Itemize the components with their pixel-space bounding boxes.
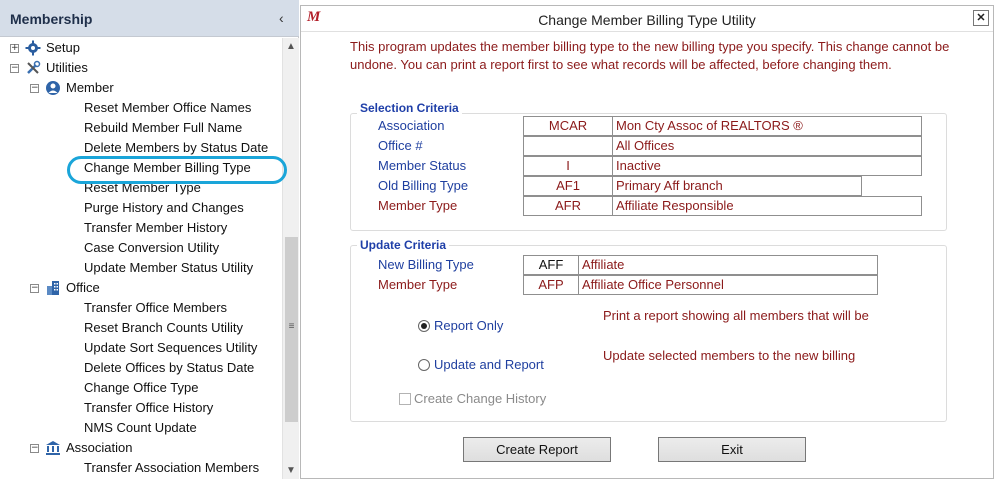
highlight-circle [67,156,287,184]
expand-setup-toggle-icon[interactable]: + [10,44,19,53]
member-type-label: Member Type [378,198,458,213]
sidebar-title: Membership [10,11,93,27]
association-code-field[interactable]: MCAR [523,116,613,136]
scrollbar-grip-icon: ≡ [288,321,295,332]
office-label: Office # [378,138,423,153]
scroll-down-arrow-icon[interactable]: ▼ [283,462,299,479]
create-report-button[interactable]: Create Report [463,437,611,462]
tree-item-utilities[interactable]: Utilities [46,58,88,78]
association-label: Association [378,118,445,133]
new-member-type-code-field[interactable]: AFP [523,275,579,295]
scroll-up-arrow-icon[interactable]: ▲ [283,38,299,55]
office-code-field[interactable] [523,136,613,156]
tree-item-reset-member-office-names[interactable]: Reset Member Office Names [84,98,251,118]
selection-criteria-legend: Selection Criteria [357,101,462,115]
dialog-title: Change Member Billing Type Utility [538,12,756,28]
report-only-label[interactable]: Report Only [434,318,503,334]
collapse-association-toggle-icon[interactable]: − [30,444,39,453]
tree-item-purge-history-and-changes[interactable]: Purge History and Changes [84,198,244,218]
tree-item-setup[interactable]: Setup [46,38,80,58]
new-billing-type-code-field[interactable]: AFF [523,255,579,275]
new-billing-type-label: New Billing Type [378,257,474,272]
navigation-tree: + Setup − Utilities − Member Reset Member Offi… [0,38,282,479]
sidebar: Membership ‹ + Setup − Utilities − Member Rese… [0,0,299,479]
tree-item-office[interactable]: Office [66,278,100,298]
tree-item-transfer-member-history[interactable]: Transfer Member History [84,218,227,238]
member-status-code-field[interactable]: I [523,156,613,176]
association-name-field: Mon Cty Assoc of REALTORS ® [612,116,922,136]
old-billing-type-code-field[interactable]: AF1 [523,176,613,196]
report-only-description: Print a report showing all members that … [603,308,869,323]
member-type-name-field: Affiliate Responsible [612,196,922,216]
tree-item-change-office-type[interactable]: Change Office Type [84,378,198,398]
update-and-report-radio[interactable] [418,359,430,371]
tree-item-update-member-status-utility[interactable]: Update Member Status Utility [84,258,253,278]
create-change-history-label[interactable]: Create Change History [414,391,546,407]
collapse-member-toggle-icon[interactable]: − [30,84,39,93]
tree-item-association[interactable]: Association [66,438,132,458]
collapse-office-toggle-icon[interactable]: − [30,284,39,293]
building-icon [45,280,61,296]
tree-item-member[interactable]: Member [66,78,114,98]
sidebar-header: Membership ‹ [0,0,299,37]
sidebar-scrollbar[interactable]: ▲ ≡ ▼ [282,38,299,479]
exit-button[interactable]: Exit [658,437,806,462]
old-billing-type-name-field: Primary Aff branch [612,176,862,196]
update-and-report-description: Update selected members to the new billi… [603,348,856,363]
update-and-report-label[interactable]: Update and Report [434,357,544,373]
utility-dialog: M Change Member Billing Type Utility ✕ T… [300,5,994,479]
tree-item-transfer-office-history[interactable]: Transfer Office History [84,398,213,418]
update-criteria-legend: Update Criteria [357,238,450,252]
tree-item-nms-count-update[interactable]: NMS Count Update [84,418,197,438]
bank-icon [45,440,61,456]
gear-icon [25,40,41,56]
dialog-titlebar: M Change Member Billing Type Utility ✕ [301,6,993,32]
create-change-history-checkbox[interactable] [399,393,411,405]
tree-item-delete-members-by-status-date[interactable]: Delete Members by Status Date [84,138,268,158]
old-billing-type-label: Old Billing Type [378,178,469,193]
tree-item-rebuild-member-full-name[interactable]: Rebuild Member Full Name [84,118,242,138]
collapse-sidebar-icon[interactable]: ‹ [279,10,284,26]
tree-item-update-sort-sequences-utility[interactable]: Update Sort Sequences Utility [84,338,257,358]
tree-item-transfer-office-members[interactable]: Transfer Office Members [84,298,227,318]
user-circle-icon [45,80,61,96]
office-name-field: All Offices [612,136,922,156]
tree-item-transfer-association-members[interactable]: Transfer Association Members [84,458,259,478]
tree-item-case-conversion-utility[interactable]: Case Conversion Utility [84,238,219,258]
member-status-name-field: Inactive [612,156,922,176]
tools-icon [25,60,41,76]
close-button[interactable]: ✕ [973,10,989,26]
member-type-code-field[interactable]: AFR [523,196,613,216]
scrollbar-thumb[interactable]: ≡ [285,237,298,422]
tree-item-reset-branch-counts-utility[interactable]: Reset Branch Counts Utility [84,318,243,338]
new-billing-type-name-field: Affiliate [578,255,878,275]
report-only-radio[interactable] [418,320,430,332]
description-text: This program updates the member billing … [350,39,950,72]
tree-item-delete-offices-by-status-date[interactable]: Delete Offices by Status Date [84,358,254,378]
new-member-type-label: Member Type [378,277,458,292]
new-member-type-name-field: Affiliate Office Personnel [578,275,878,295]
collapse-utilities-toggle-icon[interactable]: − [10,64,19,73]
member-status-label: Member Status [378,158,467,173]
